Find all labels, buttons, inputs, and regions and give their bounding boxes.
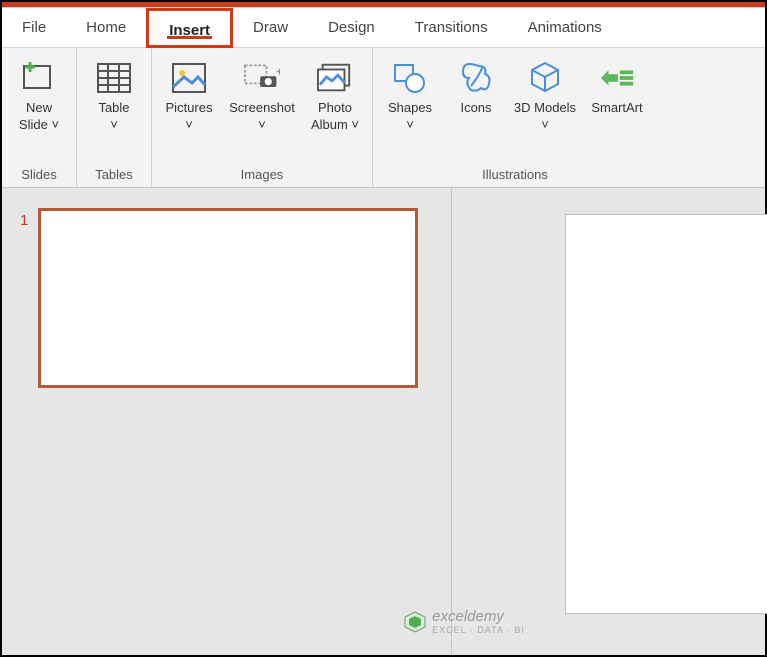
group-tables: Table˅ Tables [77,48,152,187]
svg-text:+: + [276,66,280,78]
tab-file[interactable]: File [2,8,66,48]
new-slide-button[interactable]: New Slide ˅ [10,54,68,164]
icons-button[interactable]: Icons [447,54,505,164]
pictures-icon [171,60,207,96]
smartart-label: SmartArt [591,100,642,117]
photo-album-icon [317,60,353,96]
icons-icon [458,60,494,96]
tab-home[interactable]: Home [66,8,146,48]
icons-label: Icons [460,100,491,117]
pictures-label: Pictures˅ [166,100,213,134]
tab-draw[interactable]: Draw [233,8,308,48]
watermark: exceldemy EXCEL · DATA · BI [404,608,525,635]
3d-models-button[interactable]: 3D Models ˅ [513,54,577,164]
ribbon-tabs: File Home Insert Draw Design Transitions… [2,8,765,48]
group-illustrations: Shapes˅ Icons 3D Models ˅ SmartArt [373,48,657,187]
tab-animations[interactable]: Animations [508,8,622,48]
group-illustrations-label: Illustrations [381,164,649,185]
screenshot-label: Screenshot˅ [229,100,295,134]
pictures-button[interactable]: Pictures˅ [160,54,218,164]
slide-number: 1 [20,212,28,635]
table-label: Table˅ [98,100,129,134]
photo-album-label: Photo Album ˅ [306,100,364,134]
ribbon: New Slide ˅ Slides Table˅ Tables Picture… [2,48,765,188]
3d-models-label: 3D Models ˅ [513,100,577,134]
group-images-label: Images [160,164,364,185]
workspace: 1 [2,188,765,655]
watermark-icon [404,611,426,633]
group-slides: New Slide ˅ Slides [2,48,77,187]
watermark-name: exceldemy [432,608,504,625]
table-icon [96,60,132,96]
shapes-label: Shapes˅ [388,100,432,134]
thumbnail-pane: 1 [2,188,452,655]
tab-design[interactable]: Design [308,8,395,48]
screenshot-icon: + [244,60,280,96]
shapes-button[interactable]: Shapes˅ [381,54,439,164]
group-tables-label: Tables [85,164,143,185]
tab-transitions[interactable]: Transitions [395,8,508,48]
tab-insert[interactable]: Insert [146,8,233,48]
smartart-button[interactable]: SmartArt [585,54,649,164]
slide-thumbnail-1[interactable] [38,208,418,388]
group-images: Pictures˅ + Screenshot˅ Photo Album ˅ Im… [152,48,373,187]
smartart-icon [599,60,635,96]
watermark-tag: EXCEL · DATA · BI [432,625,525,635]
table-button[interactable]: Table˅ [85,54,143,164]
shapes-icon [392,60,428,96]
new-slide-icon [21,60,57,96]
group-slides-label: Slides [10,164,68,185]
slide-canvas[interactable] [565,214,767,614]
screenshot-button[interactable]: + Screenshot˅ [226,54,298,164]
3d-models-icon [527,60,563,96]
new-slide-label: New Slide ˅ [10,100,68,134]
photo-album-button[interactable]: Photo Album ˅ [306,54,364,164]
slide-canvas-area [452,188,765,655]
